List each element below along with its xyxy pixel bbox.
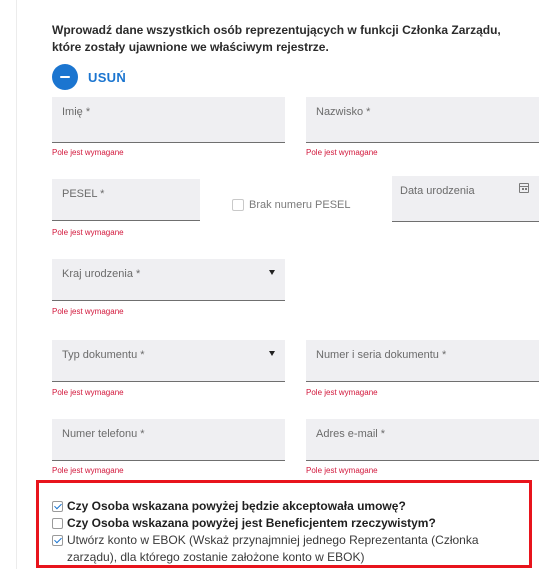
remove-representative-button[interactable]: USUŃ: [52, 64, 126, 90]
document-type-label: Typ dokumentu *: [62, 349, 145, 361]
email-error: Pole jest wymagane: [306, 466, 378, 475]
email-label: Adres e-mail *: [316, 428, 386, 440]
birth-country-label: Kraj urodzenia *: [62, 268, 141, 280]
document-number-field[interactable]: Numer i seria dokumentu *: [306, 340, 539, 382]
last-name-field[interactable]: Nazwisko *: [306, 97, 539, 143]
birth-country-error: Pole jest wymagane: [52, 307, 124, 316]
first-name-label: Imię *: [62, 106, 91, 118]
document-type-select[interactable]: Typ dokumentu *: [52, 340, 285, 382]
birth-date-label: Data urodzenia: [400, 185, 475, 197]
phone-label: Numer telefonu *: [62, 428, 145, 440]
pesel-field[interactable]: PESEL *: [52, 179, 200, 221]
document-type-error: Pole jest wymagane: [52, 388, 124, 397]
create-ebok-account-label: Utwórz konto w EBOK (Wskaż przynajmniej …: [67, 533, 479, 564]
last-name-label: Nazwisko *: [316, 106, 371, 118]
pesel-error: Pole jest wymagane: [52, 228, 124, 237]
first-name-error: Pole jest wymagane: [52, 148, 124, 157]
no-pesel-label: Brak numeru PESEL: [249, 199, 351, 211]
accepts-agreement-label: Czy Osoba wskazana powyżej będzie akcept…: [67, 499, 406, 513]
accepts-agreement-checkbox[interactable]: Czy Osoba wskazana powyżej będzie akcept…: [52, 498, 406, 515]
beneficial-owner-checkbox-box[interactable]: [52, 518, 63, 529]
create-ebok-account-checkbox-box[interactable]: [52, 535, 63, 546]
minus-icon: [52, 64, 78, 90]
section-intro-text: Wprowadź dane wszystkich osób reprezentu…: [52, 23, 501, 54]
create-ebok-account-checkbox[interactable]: Utwórz konto w EBOK (Wskaż przynajmniej …: [52, 532, 529, 566]
birth-date-field[interactable]: Data urodzenia: [392, 176, 539, 222]
pesel-label: PESEL *: [62, 188, 105, 200]
beneficial-owner-label: Czy Osoba wskazana powyżej jest Beneficj…: [67, 516, 436, 530]
last-name-error: Pole jest wymagane: [306, 148, 378, 157]
document-number-error: Pole jest wymagane: [306, 388, 378, 397]
phone-error: Pole jest wymagane: [52, 466, 124, 475]
accepts-agreement-checkbox-box[interactable]: [52, 501, 63, 512]
calendar-icon[interactable]: [519, 183, 529, 193]
document-number-label: Numer i seria dokumentu *: [316, 349, 447, 361]
no-pesel-checkbox-box[interactable]: [232, 199, 244, 211]
phone-field[interactable]: Numer telefonu *: [52, 419, 285, 461]
birth-country-select[interactable]: Kraj urodzenia *: [52, 259, 285, 301]
no-pesel-checkbox[interactable]: Brak numeru PESEL: [232, 199, 351, 211]
email-field[interactable]: Adres e-mail *: [306, 419, 539, 461]
first-name-field[interactable]: Imię *: [52, 97, 285, 143]
beneficial-owner-checkbox[interactable]: Czy Osoba wskazana powyżej jest Beneficj…: [52, 515, 436, 532]
chevron-down-icon: [269, 351, 275, 356]
chevron-down-icon: [269, 270, 275, 275]
remove-button-label: USUŃ: [88, 69, 127, 85]
